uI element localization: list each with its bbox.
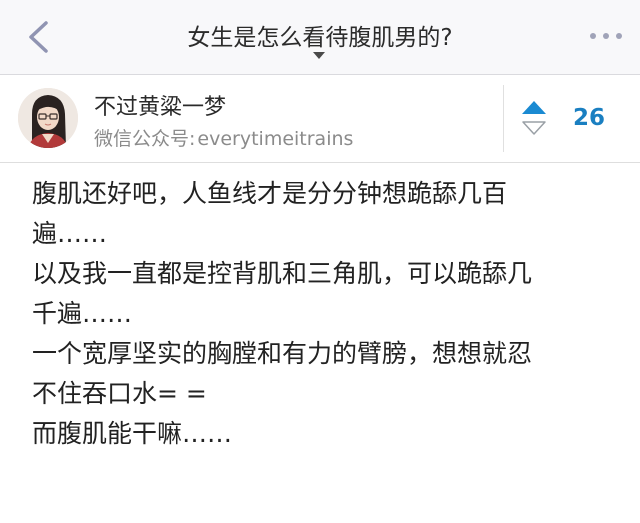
author-name[interactable]: 不过黄粱一梦 [94, 89, 226, 121]
author-row: 不过黄粱一梦 微信公众号: everytimeitrains 26 [0, 75, 640, 163]
more-dots-icon [603, 33, 609, 39]
vote-box: 26 [520, 97, 630, 141]
answer-line: 不住吞口水= = [32, 379, 207, 408]
answer-line: 腹肌还好吧，人鱼线才是分分钟想跪舔几百 [32, 179, 508, 208]
chevron-left-icon [29, 21, 48, 53]
author-subtitle-label: 微信公众号: [94, 128, 196, 150]
answer-line: 遍…… [32, 219, 108, 248]
page-title[interactable]: 女生是怎么看待腹肌男的? [110, 18, 530, 52]
answer-line: 以及我一直都是控背肌和三角肌，可以跪舔几 [32, 259, 533, 288]
answer-line: 而腹肌能干嘛…… [32, 419, 233, 448]
more-dots-icon [590, 33, 596, 39]
back-button[interactable] [18, 14, 58, 58]
avatar[interactable] [18, 88, 78, 148]
author-subtitle-value: everytimeitrains [197, 128, 354, 150]
answer-body: 腹肌还好吧，人鱼线才是分分钟想跪舔几百 遍…… 以及我一直都是控背肌和三角肌，可… [32, 174, 617, 454]
avatar-image [18, 88, 78, 148]
caret-down-icon[interactable] [313, 52, 325, 59]
vote-count[interactable]: 26 [573, 105, 605, 131]
vote-up-icon[interactable] [522, 101, 546, 114]
vote-down-icon[interactable] [522, 121, 546, 135]
more-dots-icon [616, 33, 622, 39]
nav-bar: 女生是怎么看待腹肌男的? [0, 0, 640, 75]
vote-divider [503, 85, 504, 152]
answer-line: 千遍…… [32, 299, 133, 328]
answer-page: 女生是怎么看待腹肌男的? 不过黄粱一梦 微信公众号: everytimeitra… [0, 0, 640, 523]
author-subtitle: 微信公众号: everytimeitrains [94, 124, 353, 151]
answer-line: 一个宽厚坚实的胸膛和有力的臂膀，想想就忍 [32, 339, 533, 368]
more-button[interactable] [586, 24, 626, 48]
